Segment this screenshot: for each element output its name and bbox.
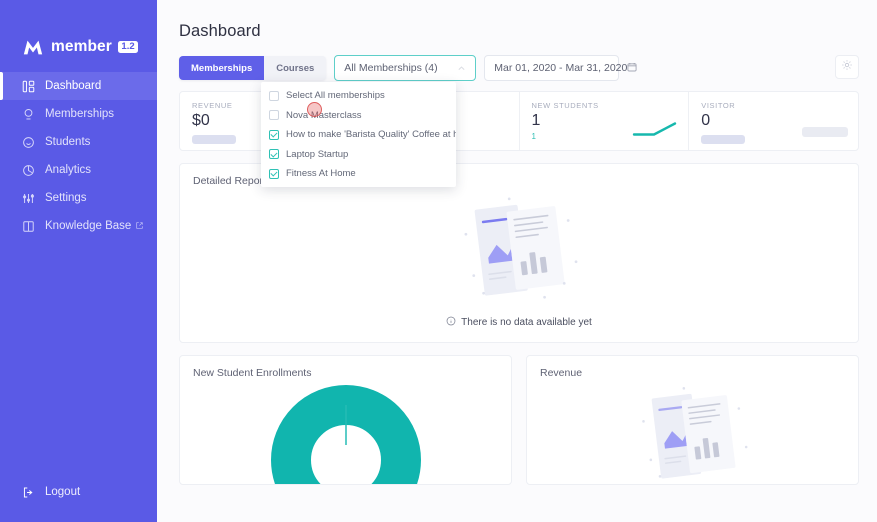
- date-range-picker[interactable]: Mar 01, 2020 - Mar 31, 2020: [484, 55, 637, 81]
- sidebar-item-label: Students: [45, 136, 91, 148]
- calendar-icon: [627, 62, 637, 75]
- membership-select[interactable]: All Memberships (4): [334, 55, 477, 81]
- stat-label: NEW STUDENTS: [531, 101, 599, 110]
- sidebar: member 1.2 Dashboard Memberships Student…: [0, 0, 157, 522]
- no-data-illustration: [527, 381, 858, 484]
- main-content: Dashboard Memberships Courses All Member…: [157, 0, 877, 522]
- dropdown-option-label: How to make 'Barista Quality' Coffee at …: [286, 129, 456, 141]
- empty-state-text: There is no data available yet: [461, 317, 592, 328]
- detailed-report-panel: Detailed Report There is no data availab…: [179, 163, 859, 343]
- empty-state-note: There is no data available yet: [446, 316, 592, 329]
- gear-icon: [841, 58, 853, 76]
- settings-button[interactable]: [835, 55, 859, 79]
- panel-title: Revenue: [540, 367, 583, 379]
- no-data-illustration: [449, 191, 589, 314]
- dropdown-option-fitness-at-home[interactable]: Fitness At Home: [261, 164, 456, 184]
- new-student-enrollments-panel: New Student Enrollments: [179, 355, 512, 485]
- dropdown-option-label: Fitness At Home: [286, 168, 356, 180]
- info-circle-icon: [446, 316, 456, 329]
- bottom-panels: New Student Enrollments Revenue: [179, 343, 859, 485]
- view-segmented-control: Memberships Courses: [179, 56, 327, 80]
- logout-label: Logout: [45, 486, 81, 498]
- knowledge-base-icon: [22, 220, 35, 233]
- students-icon: [22, 136, 35, 149]
- membership-dropdown-menu: Select All memberships Nova Masterclass …: [261, 82, 456, 187]
- stat-placeholder-bar: [701, 135, 746, 144]
- sidebar-nav: Dashboard Memberships Students Analytics…: [0, 72, 157, 240]
- sidebar-item-students[interactable]: Students: [0, 128, 157, 156]
- tab-courses[interactable]: Courses: [264, 56, 327, 80]
- checkbox-checked-icon[interactable]: [269, 149, 279, 160]
- sidebar-item-knowledge-base[interactable]: Knowledge Base: [0, 212, 157, 240]
- sidebar-item-dashboard[interactable]: Dashboard: [0, 72, 157, 100]
- analytics-icon: [22, 164, 35, 177]
- dropdown-option-nova-masterclass[interactable]: Nova Masterclass: [261, 106, 456, 126]
- app-root: member 1.2 Dashboard Memberships Student…: [0, 0, 877, 522]
- sparkline-chart: [632, 121, 678, 142]
- brand: member 1.2: [0, 0, 157, 68]
- brand-version-badge: 1.2: [117, 40, 139, 53]
- dropdown-option-label: Nova Masterclass: [286, 109, 362, 121]
- tab-memberships[interactable]: Memberships: [179, 56, 265, 80]
- sidebar-item-label: Analytics: [45, 164, 92, 176]
- checkbox-checked-icon[interactable]: [269, 129, 279, 140]
- sidebar-item-settings[interactable]: Settings: [0, 184, 157, 212]
- stat-placeholder-bar-right: [802, 124, 848, 142]
- stat-label: VISITOR: [701, 101, 736, 110]
- dropdown-option-select-all[interactable]: Select All memberships: [261, 86, 456, 106]
- chevron-up-icon: [457, 64, 466, 73]
- empty-state: There is no data available yet: [180, 191, 858, 329]
- dropdown-option-laptop-startup[interactable]: Laptop Startup: [261, 145, 456, 165]
- m-logo-icon: [22, 36, 44, 58]
- toolbar: Memberships Courses All Memberships (4) …: [179, 55, 859, 187]
- stat-card-new-students: NEW STUDENTS 1 1: [518, 92, 689, 150]
- sidebar-item-label: Memberships: [45, 108, 115, 120]
- date-range-value: Mar 01, 2020 - Mar 31, 2020: [494, 62, 628, 74]
- external-link-icon: [136, 220, 143, 232]
- settings-icon: [22, 192, 35, 205]
- dropdown-option-barista-coffee[interactable]: How to make 'Barista Quality' Coffee at …: [261, 125, 456, 145]
- sidebar-item-memberships[interactable]: Memberships: [0, 100, 157, 128]
- checkbox-unchecked-icon[interactable]: [269, 90, 279, 101]
- checkbox-checked-icon[interactable]: [269, 168, 279, 179]
- memberships-icon: [22, 108, 35, 121]
- page-title: Dashboard: [179, 22, 261, 40]
- checkbox-unchecked-icon[interactable]: [269, 110, 279, 121]
- panel-title: New Student Enrollments: [193, 367, 312, 379]
- brand-name: member: [51, 37, 112, 55]
- donut-chart: [180, 385, 511, 484]
- stat-placeholder-bar: [192, 135, 236, 144]
- dashboard-icon: [22, 80, 35, 93]
- revenue-panel: Revenue: [526, 355, 859, 485]
- logout-button[interactable]: Logout: [0, 480, 80, 504]
- dropdown-option-label: Select All memberships: [286, 90, 385, 102]
- sidebar-item-label: Dashboard: [45, 80, 102, 92]
- membership-select-value: All Memberships (4): [344, 62, 438, 74]
- logout-icon: [22, 486, 35, 499]
- sidebar-item-label: Knowledge Base: [45, 220, 132, 232]
- stat-card-visitor: VISITOR 0: [688, 92, 858, 150]
- sidebar-item-analytics[interactable]: Analytics: [0, 156, 157, 184]
- dropdown-option-label: Laptop Startup: [286, 148, 349, 160]
- sidebar-item-label: Settings: [45, 192, 87, 204]
